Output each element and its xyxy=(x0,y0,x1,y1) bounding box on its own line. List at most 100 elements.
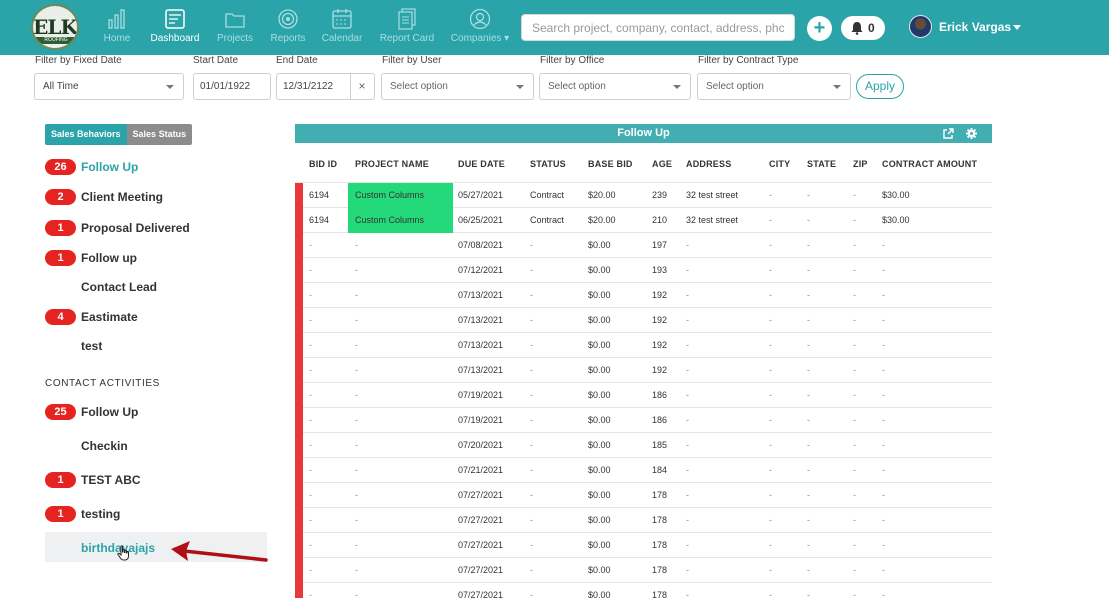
nav-projects[interactable]: Projects xyxy=(214,8,256,52)
sidebar-item[interactable]: Checkin xyxy=(45,436,267,456)
notifications-button[interactable]: 0 xyxy=(841,16,885,40)
table-row[interactable]: - - 07/27/2021 - $0.00 178 - - - - - xyxy=(295,558,992,583)
table-row[interactable]: - - 07/21/2021 - $0.00 184 - - - - - xyxy=(295,458,992,483)
sidebar-item[interactable]: 2 Client Meeting xyxy=(45,187,267,207)
row-status-marker xyxy=(295,458,303,483)
table-cell: 192 xyxy=(652,340,668,350)
avatar[interactable] xyxy=(909,15,932,38)
table-row[interactable]: - - 07/27/2021 - $0.00 178 - - - - - xyxy=(295,533,992,558)
add-button[interactable]: + xyxy=(807,16,832,41)
table-cell: - xyxy=(309,465,312,475)
sidebar-view-toggle: Sales Behaviors Sales Status xyxy=(45,124,193,145)
sidebar-item[interactable]: 1 Follow up xyxy=(45,248,267,268)
column-header[interactable]: STATE xyxy=(807,159,836,169)
table-row[interactable]: - - 07/20/2021 - $0.00 185 - - - - - xyxy=(295,433,992,458)
sidebar-item[interactable]: 1 testing xyxy=(45,504,267,524)
column-header[interactable]: ADDRESS xyxy=(686,159,731,169)
user-filter-select[interactable]: Select option xyxy=(381,73,534,100)
nav-companies[interactable]: Companies ▾ xyxy=(449,8,511,52)
column-header[interactable]: DUE DATE xyxy=(458,159,505,169)
gear-icon[interactable] xyxy=(966,128,977,139)
table-cell: 06/25/2021 xyxy=(458,215,504,225)
table-cell: 178 xyxy=(652,540,668,550)
sidebar-item[interactable]: 1 TEST ABC xyxy=(45,470,267,490)
table-row[interactable]: - - 07/13/2021 - $0.00 192 - - - - - xyxy=(295,358,992,383)
table-row[interactable]: - - 07/13/2021 - $0.00 192 - - - - - xyxy=(295,333,992,358)
column-header[interactable]: AGE xyxy=(652,159,672,169)
table-cell: - xyxy=(686,590,689,598)
table-cell: - xyxy=(686,340,689,350)
column-header[interactable]: BASE BID xyxy=(588,159,633,169)
table-cell: - xyxy=(769,415,772,425)
contract-type-filter-select[interactable]: Select option xyxy=(697,73,851,100)
table-row[interactable]: - - 07/12/2021 - $0.00 193 - - - - - xyxy=(295,258,992,283)
table-row[interactable]: - - 07/13/2021 - $0.00 192 - - - - - xyxy=(295,308,992,333)
table-row[interactable]: - - 07/27/2021 - $0.00 178 - - - - - xyxy=(295,483,992,508)
table-cell: - xyxy=(309,390,312,400)
table-cell: $0.00 xyxy=(588,590,611,598)
column-header[interactable]: CITY xyxy=(769,159,790,169)
fixed-date-select[interactable]: All Time xyxy=(34,73,184,100)
table-cell: - xyxy=(309,515,312,525)
table-row[interactable]: 6194 Custom Columns 06/25/2021 Contract $20.… xyxy=(295,208,992,233)
table-row[interactable]: - - 07/19/2021 - $0.00 186 - - - - - xyxy=(295,383,992,408)
column-header[interactable]: PROJECT NAME xyxy=(355,159,429,169)
company-logo[interactable]: ELK ROOFING SOLUTIONS xyxy=(31,4,79,50)
table-cell: - xyxy=(807,240,810,250)
table-cell: - xyxy=(807,365,810,375)
nav-report-card[interactable]: Report Card xyxy=(377,8,437,52)
chevron-down-icon[interactable] xyxy=(1013,25,1021,30)
end-date-input[interactable]: 12/31/2122 xyxy=(276,73,351,100)
nav-home[interactable]: Home xyxy=(101,8,133,52)
nav-calendar[interactable]: Calendar xyxy=(320,8,364,52)
count-badge: 1 xyxy=(45,506,76,522)
table-cell: - xyxy=(355,440,358,450)
external-link-icon[interactable] xyxy=(943,128,954,139)
table-row[interactable]: - - 07/27/2021 - $0.00 178 - - - - - xyxy=(295,583,992,598)
table-cell: - xyxy=(807,465,810,475)
table-cell: - xyxy=(882,315,885,325)
global-search-input[interactable] xyxy=(521,14,795,41)
table-row[interactable]: - - 07/08/2021 - $0.00 197 - - - - - xyxy=(295,233,992,258)
table-cell: - xyxy=(686,315,689,325)
sidebar-item[interactable]: Contact Lead xyxy=(45,277,267,297)
tab-sales-behaviors[interactable]: Sales Behaviors xyxy=(45,124,127,145)
column-header[interactable]: ZIP xyxy=(853,159,868,169)
office-filter-select[interactable]: Select option xyxy=(539,73,691,100)
clear-date-button[interactable]: × xyxy=(350,73,375,100)
table-row[interactable]: - - 07/19/2021 - $0.00 186 - - - - - xyxy=(295,408,992,433)
reports-icon xyxy=(278,9,298,29)
hand-cursor-icon xyxy=(117,545,129,561)
sidebar-item-label: Contact Lead xyxy=(81,280,158,294)
table-row[interactable]: - - 07/27/2021 - $0.00 178 - - - - - xyxy=(295,508,992,533)
user-menu-name[interactable]: Erick Vargas xyxy=(939,20,1011,34)
sidebar-item[interactable]: 1 Proposal Delivered xyxy=(45,218,267,238)
table-cell: - xyxy=(686,290,689,300)
table-cell: - xyxy=(853,290,856,300)
sidebar-item[interactable]: test xyxy=(45,336,267,356)
table-cell: - xyxy=(355,390,358,400)
table-cell: - xyxy=(853,365,856,375)
red-arrow-annotation xyxy=(171,541,268,562)
sidebar-item[interactable]: 25 Follow Up xyxy=(45,402,267,422)
column-header[interactable]: CONTRACT AMOUNT xyxy=(882,159,977,169)
notification-count: 0 xyxy=(868,21,875,35)
table-cell: - xyxy=(853,240,856,250)
start-date-input[interactable]: 01/01/1922 xyxy=(193,73,271,100)
tab-sales-status[interactable]: Sales Status xyxy=(126,124,193,145)
column-header[interactable]: STATUS xyxy=(530,159,566,169)
table-cell: - xyxy=(807,340,810,350)
table-cell: - xyxy=(807,540,810,550)
table-cell: - xyxy=(882,490,885,500)
sidebar-item[interactable]: 26 Follow Up xyxy=(45,157,267,177)
table-row[interactable]: 6194 Custom Columns 05/27/2021 Contract $20.… xyxy=(295,183,992,208)
column-header[interactable]: BID ID xyxy=(309,159,337,169)
nav-reports[interactable]: Reports xyxy=(268,8,308,52)
plus-icon: + xyxy=(813,17,826,39)
sidebar-item[interactable]: 4 Eastimate xyxy=(45,307,267,327)
table-row[interactable]: - - 07/13/2021 - $0.00 192 - - - - - xyxy=(295,283,992,308)
apply-filters-button[interactable]: Apply xyxy=(856,74,904,99)
nav-dashboard[interactable]: Dashboard xyxy=(148,8,202,52)
sidebar-item-label: Follow Up xyxy=(81,160,139,174)
table-cell: - xyxy=(769,290,772,300)
